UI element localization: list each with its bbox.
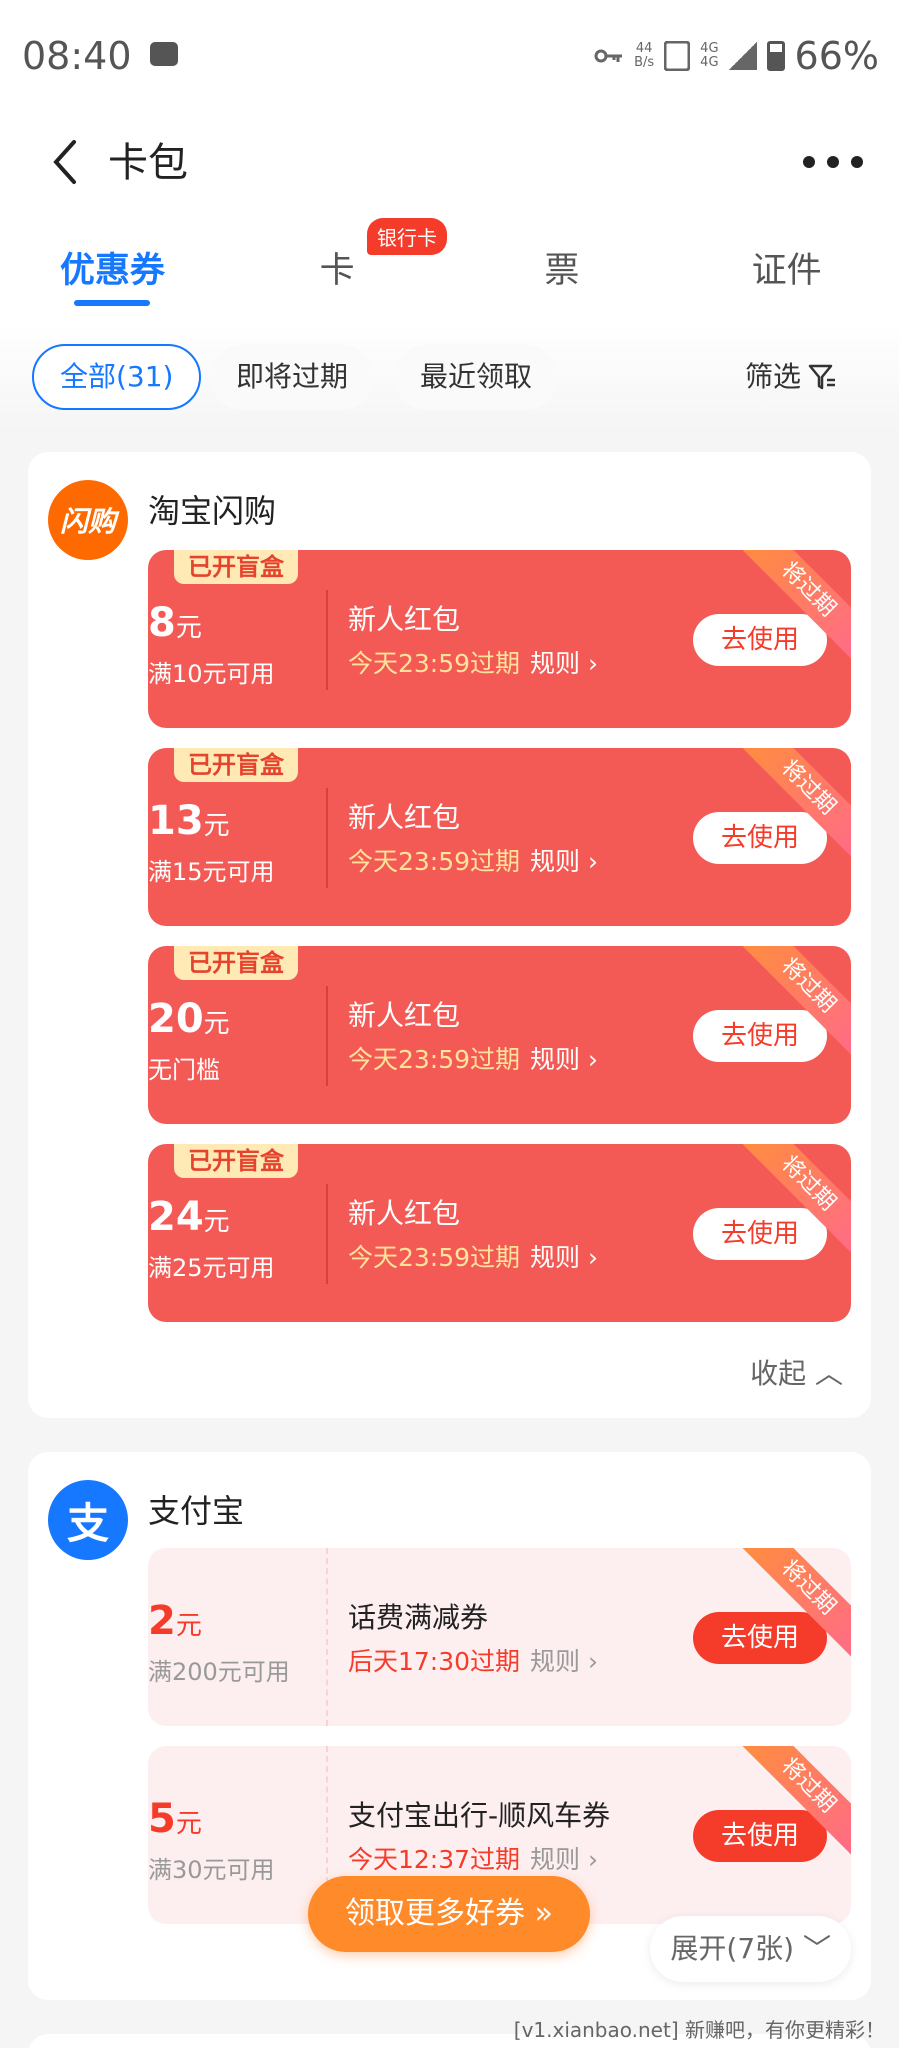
double-chevron-right-icon: » bbox=[534, 1896, 553, 1931]
signal-icon bbox=[728, 42, 757, 70]
coupon-expire: 今天23:59过期 规则 › bbox=[348, 1243, 599, 1272]
coupon-name: 新人红包 bbox=[348, 801, 461, 834]
coupon-condition: 满25元可用 bbox=[148, 1254, 275, 1282]
watermark-footer: [v1.xianbao.net] 新赚吧，有你更精彩！ bbox=[513, 2018, 885, 2042]
use-button[interactable]: 去使用 bbox=[693, 1810, 827, 1862]
filter-chip-all[interactable]: 全部(31) bbox=[32, 344, 202, 410]
coupon-expire: 今天23:59过期 规则 › bbox=[348, 1045, 599, 1074]
coupon-card[interactable]: 2元 满200元可用 话费满减券 后天17:30过期 规则 › 去使用 将过期 bbox=[148, 1548, 851, 1726]
bank-card-badge: 银行卡 bbox=[367, 218, 447, 255]
coupon-card[interactable]: 已开盲盒 13元 满15元可用 新人红包 今天23:59过期 规则 › 去使用 将… bbox=[148, 748, 851, 926]
coupon-expire: 今天12:37过期 规则 › bbox=[348, 1845, 599, 1874]
coupon-name: 新人红包 bbox=[348, 999, 461, 1032]
back-arrow-icon[interactable] bbox=[42, 132, 92, 192]
net-speed: 44 B/s bbox=[634, 41, 655, 70]
expand-button[interactable]: 展开(7张) ﹀ bbox=[650, 1916, 851, 1982]
filter-label: 筛选 bbox=[744, 360, 801, 393]
rule-link[interactable]: 规则 › bbox=[530, 847, 598, 876]
coupon-expire: 今天23:59过期 规则 › bbox=[348, 847, 599, 876]
coupon-name: 新人红包 bbox=[348, 603, 461, 636]
tab-coupons[interactable]: 优惠券 bbox=[0, 212, 225, 322]
rule-link[interactable]: 规则 › bbox=[530, 1845, 598, 1874]
use-button[interactable]: 去使用 bbox=[693, 812, 827, 864]
coupon-name: 新人红包 bbox=[348, 1197, 461, 1230]
coupon-divider bbox=[326, 986, 328, 1086]
battery-percent: 66% bbox=[794, 34, 879, 78]
battery-icon bbox=[766, 41, 785, 71]
tab-ids[interactable]: 证件 bbox=[674, 212, 899, 322]
page-title: 卡包 bbox=[108, 140, 188, 186]
filter-button[interactable]: 筛选 bbox=[745, 344, 837, 410]
chevron-down-icon: ﹀ bbox=[802, 1932, 831, 1965]
alipay-logo: 支 bbox=[48, 1480, 128, 1560]
coupon-condition: 满30元可用 bbox=[148, 1856, 275, 1884]
coupon-condition: 满10元可用 bbox=[148, 660, 275, 688]
use-button[interactable]: 去使用 bbox=[693, 1612, 827, 1664]
use-button[interactable]: 去使用 bbox=[693, 1010, 827, 1062]
coupon-divider bbox=[326, 788, 328, 888]
coupon-card[interactable]: 已开盲盒 20元 无门槛 新人红包 今天23:59过期 规则 › 去使用 将过期 bbox=[148, 946, 851, 1124]
coupon-tag: 已开盲盒 bbox=[174, 1144, 298, 1178]
brand-name: 支付宝 bbox=[148, 1492, 245, 1530]
filter-bar: 全部(31) 即将过期 最近领取 筛选 bbox=[0, 322, 899, 432]
get-more-coupons-button[interactable]: 领取更多好券 » bbox=[308, 1876, 590, 1952]
rule-link[interactable]: 规则 › bbox=[530, 1647, 598, 1676]
coupon-amount: 13元 bbox=[148, 798, 230, 844]
coupon-card[interactable]: 已开盲盒 24元 满25元可用 新人红包 今天23:59过期 规则 › 去使用 将… bbox=[148, 1144, 851, 1322]
rule-link[interactable]: 规则 › bbox=[530, 1243, 598, 1272]
filter-chip-expiring[interactable]: 即将过期 bbox=[210, 344, 375, 410]
taobao-flash-logo: 闪购 bbox=[48, 480, 128, 560]
message-icon bbox=[150, 42, 178, 66]
coupon-amount: 8元 bbox=[148, 600, 202, 646]
coupon-condition: 满15元可用 bbox=[148, 858, 275, 886]
coupon-tag: 已开盲盒 bbox=[174, 550, 298, 584]
use-button[interactable]: 去使用 bbox=[693, 1208, 827, 1260]
coupon-card[interactable]: 已开盲盒 8元 满10元可用 新人红包 今天23:59过期 规则 › 去使用 将过… bbox=[148, 550, 851, 728]
chevron-up-icon: ︿ bbox=[814, 1357, 843, 1390]
coupon-tag: 已开盲盒 bbox=[174, 748, 298, 782]
collapse-button[interactable]: 收起 ︿ bbox=[750, 1352, 843, 1392]
coupon-name: 话费满减券 bbox=[348, 1601, 489, 1634]
app-header: 卡包 bbox=[0, 112, 899, 212]
hd-icon bbox=[664, 41, 691, 71]
coupon-divider bbox=[326, 590, 328, 690]
network-type: 4G 4G bbox=[700, 41, 719, 70]
rule-link[interactable]: 规则 › bbox=[530, 1045, 598, 1074]
tab-bar: 优惠券 卡 票 证件 bbox=[0, 212, 899, 322]
coupon-amount: 24元 bbox=[148, 1194, 230, 1240]
coupon-condition: 无门槛 bbox=[148, 1056, 220, 1084]
coupon-amount: 5元 bbox=[148, 1796, 202, 1842]
more-options-icon[interactable] bbox=[803, 142, 863, 182]
coupon-amount: 2元 bbox=[148, 1598, 202, 1644]
coupon-condition: 满200元可用 bbox=[148, 1658, 290, 1686]
brand-name: 淘宝闪购 bbox=[148, 492, 277, 530]
status-time: 08:40 bbox=[22, 34, 132, 78]
coupon-expire: 后天17:30过期 规则 › bbox=[348, 1647, 599, 1676]
key-icon bbox=[594, 49, 623, 63]
funnel-icon bbox=[808, 364, 835, 390]
coupon-divider bbox=[326, 1548, 328, 1726]
coupon-amount: 20元 bbox=[148, 996, 230, 1042]
status-icons: 44 B/s 4G 4G 66% bbox=[594, 34, 879, 78]
status-bar: 08:40 44 B/s 4G 4G 66% bbox=[0, 0, 899, 112]
coupon-group-taobao: 闪购 淘宝闪购 已开盲盒 8元 满10元可用 新人红包 今天23:59过期 规则 … bbox=[28, 452, 871, 1418]
coupon-divider bbox=[326, 1184, 328, 1284]
tab-tickets[interactable]: 票 bbox=[450, 212, 675, 322]
coupon-tag: 已开盲盒 bbox=[174, 946, 298, 980]
coupon-name: 支付宝出行-顺风车券 bbox=[348, 1799, 611, 1832]
rule-link[interactable]: 规则 › bbox=[530, 649, 598, 678]
filter-chip-recent[interactable]: 最近领取 bbox=[394, 344, 559, 410]
coupon-expire: 今天23:59过期 规则 › bbox=[348, 649, 599, 678]
use-button[interactable]: 去使用 bbox=[693, 614, 827, 666]
